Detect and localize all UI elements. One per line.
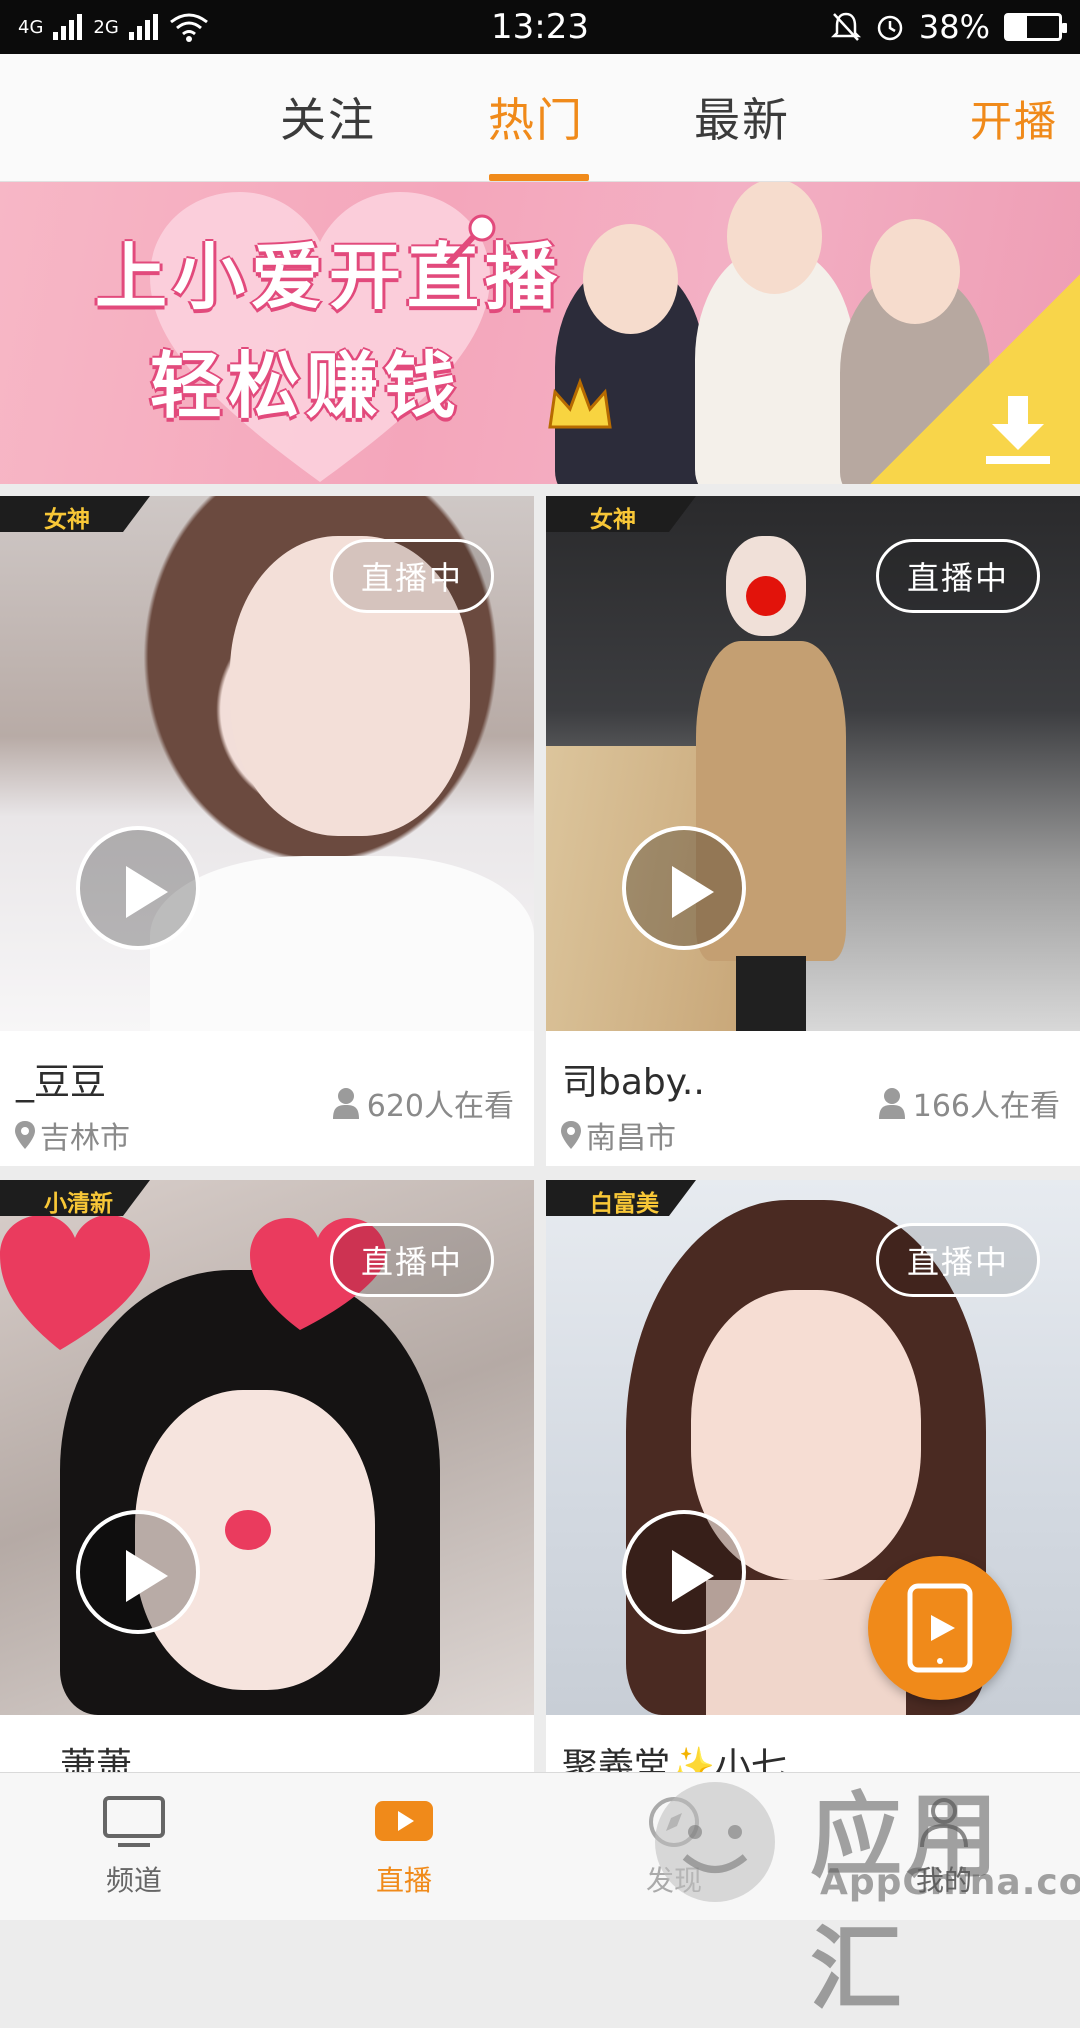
location-pin-icon	[15, 1121, 35, 1149]
nav-channels[interactable]: 频道	[64, 1795, 204, 1899]
category-tag: 白富美	[590, 1191, 659, 1217]
watermark-subtext: AppChina.com	[820, 1862, 1080, 1903]
person-icon	[878, 1088, 905, 1119]
viewers-label: 166人在看	[912, 1089, 1060, 1124]
category-tag: 小清新	[44, 1191, 113, 1217]
city-label: 南昌市	[586, 1121, 676, 1156]
watermark: 应用汇 AppChina.com	[640, 1752, 1080, 2023]
card-info: _豆豆 吉林市 620人在看	[0, 1031, 534, 1166]
play-button[interactable]	[622, 1510, 746, 1634]
nav-label: 直播	[375, 1864, 432, 1897]
nav-live[interactable]: 直播	[334, 1795, 474, 1899]
phone-play-icon	[907, 1583, 973, 1673]
shirt-area	[150, 856, 534, 1031]
category-tag: 女神	[590, 507, 636, 533]
clown-nose-sticker	[746, 576, 786, 616]
live-card-4[interactable]: 白富美 直播中 聚義堂✨小七	[546, 1180, 1080, 1850]
signal-bars-icon	[53, 14, 83, 40]
top-tab-bar: 关注 热门 最新 开播	[0, 54, 1080, 182]
tab-newest[interactable]: 最新	[694, 84, 790, 150]
signal-bars-icon	[128, 14, 158, 40]
heart-nose-sticker	[225, 1510, 271, 1550]
live-badge: 直播中	[330, 1223, 494, 1297]
play-button[interactable]	[76, 826, 200, 950]
wifi-icon	[169, 13, 208, 42]
location: 南昌市	[560, 1113, 676, 1157]
play-icon	[375, 1801, 433, 1841]
live-badge: 直播中	[330, 539, 494, 613]
active-tab-indicator	[489, 174, 589, 181]
viewer-count: 166人在看	[878, 1081, 1060, 1125]
banner-model-1	[555, 224, 705, 484]
start-live-button[interactable]: 开播	[970, 88, 1058, 149]
crown-icon	[548, 377, 612, 429]
category-tag: 女神	[44, 507, 90, 533]
battery-icon	[1004, 13, 1067, 41]
tab-hot[interactable]: 热门	[488, 84, 584, 150]
battery-level	[1007, 16, 1027, 38]
person-icon	[332, 1088, 359, 1119]
live-card-1[interactable]: 女神 直播中 _豆豆 吉林市 620人在看	[0, 496, 534, 1166]
location: 吉林市	[14, 1113, 130, 1157]
tv-icon	[103, 1796, 165, 1847]
microphone-icon	[445, 214, 496, 267]
mute-bell-icon	[830, 12, 861, 41]
status-bar: 4G 2G 13:23 38%	[0, 0, 1080, 54]
signal-2g-label: 2G	[93, 16, 119, 38]
location-pin-icon	[561, 1121, 581, 1149]
live-card-3[interactable]: 小清新 直播中 萧萧	[0, 1180, 534, 1850]
battery-percent: 38%	[918, 8, 990, 46]
nav-label: 频道	[105, 1864, 162, 1897]
banner-model-2	[695, 182, 855, 484]
play-button[interactable]	[76, 1510, 200, 1634]
signal-4g-label: 4G	[18, 16, 44, 38]
alarm-icon	[877, 15, 903, 41]
tab-follow[interactable]: 关注	[280, 84, 376, 150]
signal-indicators: 4G 2G	[18, 12, 209, 42]
play-button[interactable]	[622, 826, 746, 950]
banner-subtitle: 轻松赚钱	[150, 344, 463, 428]
live-card-2[interactable]: 女神 直播中 司baby.. 南昌市 166人在看	[546, 496, 1080, 1166]
live-badge: 直播中	[876, 539, 1040, 613]
viewers-label: 620人在看	[366, 1089, 514, 1124]
streamer-name: _豆豆	[16, 1062, 107, 1103]
promo-banner[interactable]: 上小爱开直播 轻松赚钱	[0, 182, 1080, 484]
viewer-count: 620人在看	[332, 1081, 514, 1125]
boots-area	[736, 956, 806, 1031]
watermark-logo	[655, 1782, 775, 1902]
city-label: 吉林市	[40, 1121, 130, 1156]
download-icon[interactable]	[978, 388, 1058, 468]
card-info: 司baby.. 南昌市 166人在看	[546, 1031, 1080, 1166]
live-badge: 直播中	[876, 1223, 1040, 1297]
floating-broadcast-button[interactable]	[868, 1556, 1012, 1700]
streamer-name: 司baby..	[562, 1062, 705, 1103]
